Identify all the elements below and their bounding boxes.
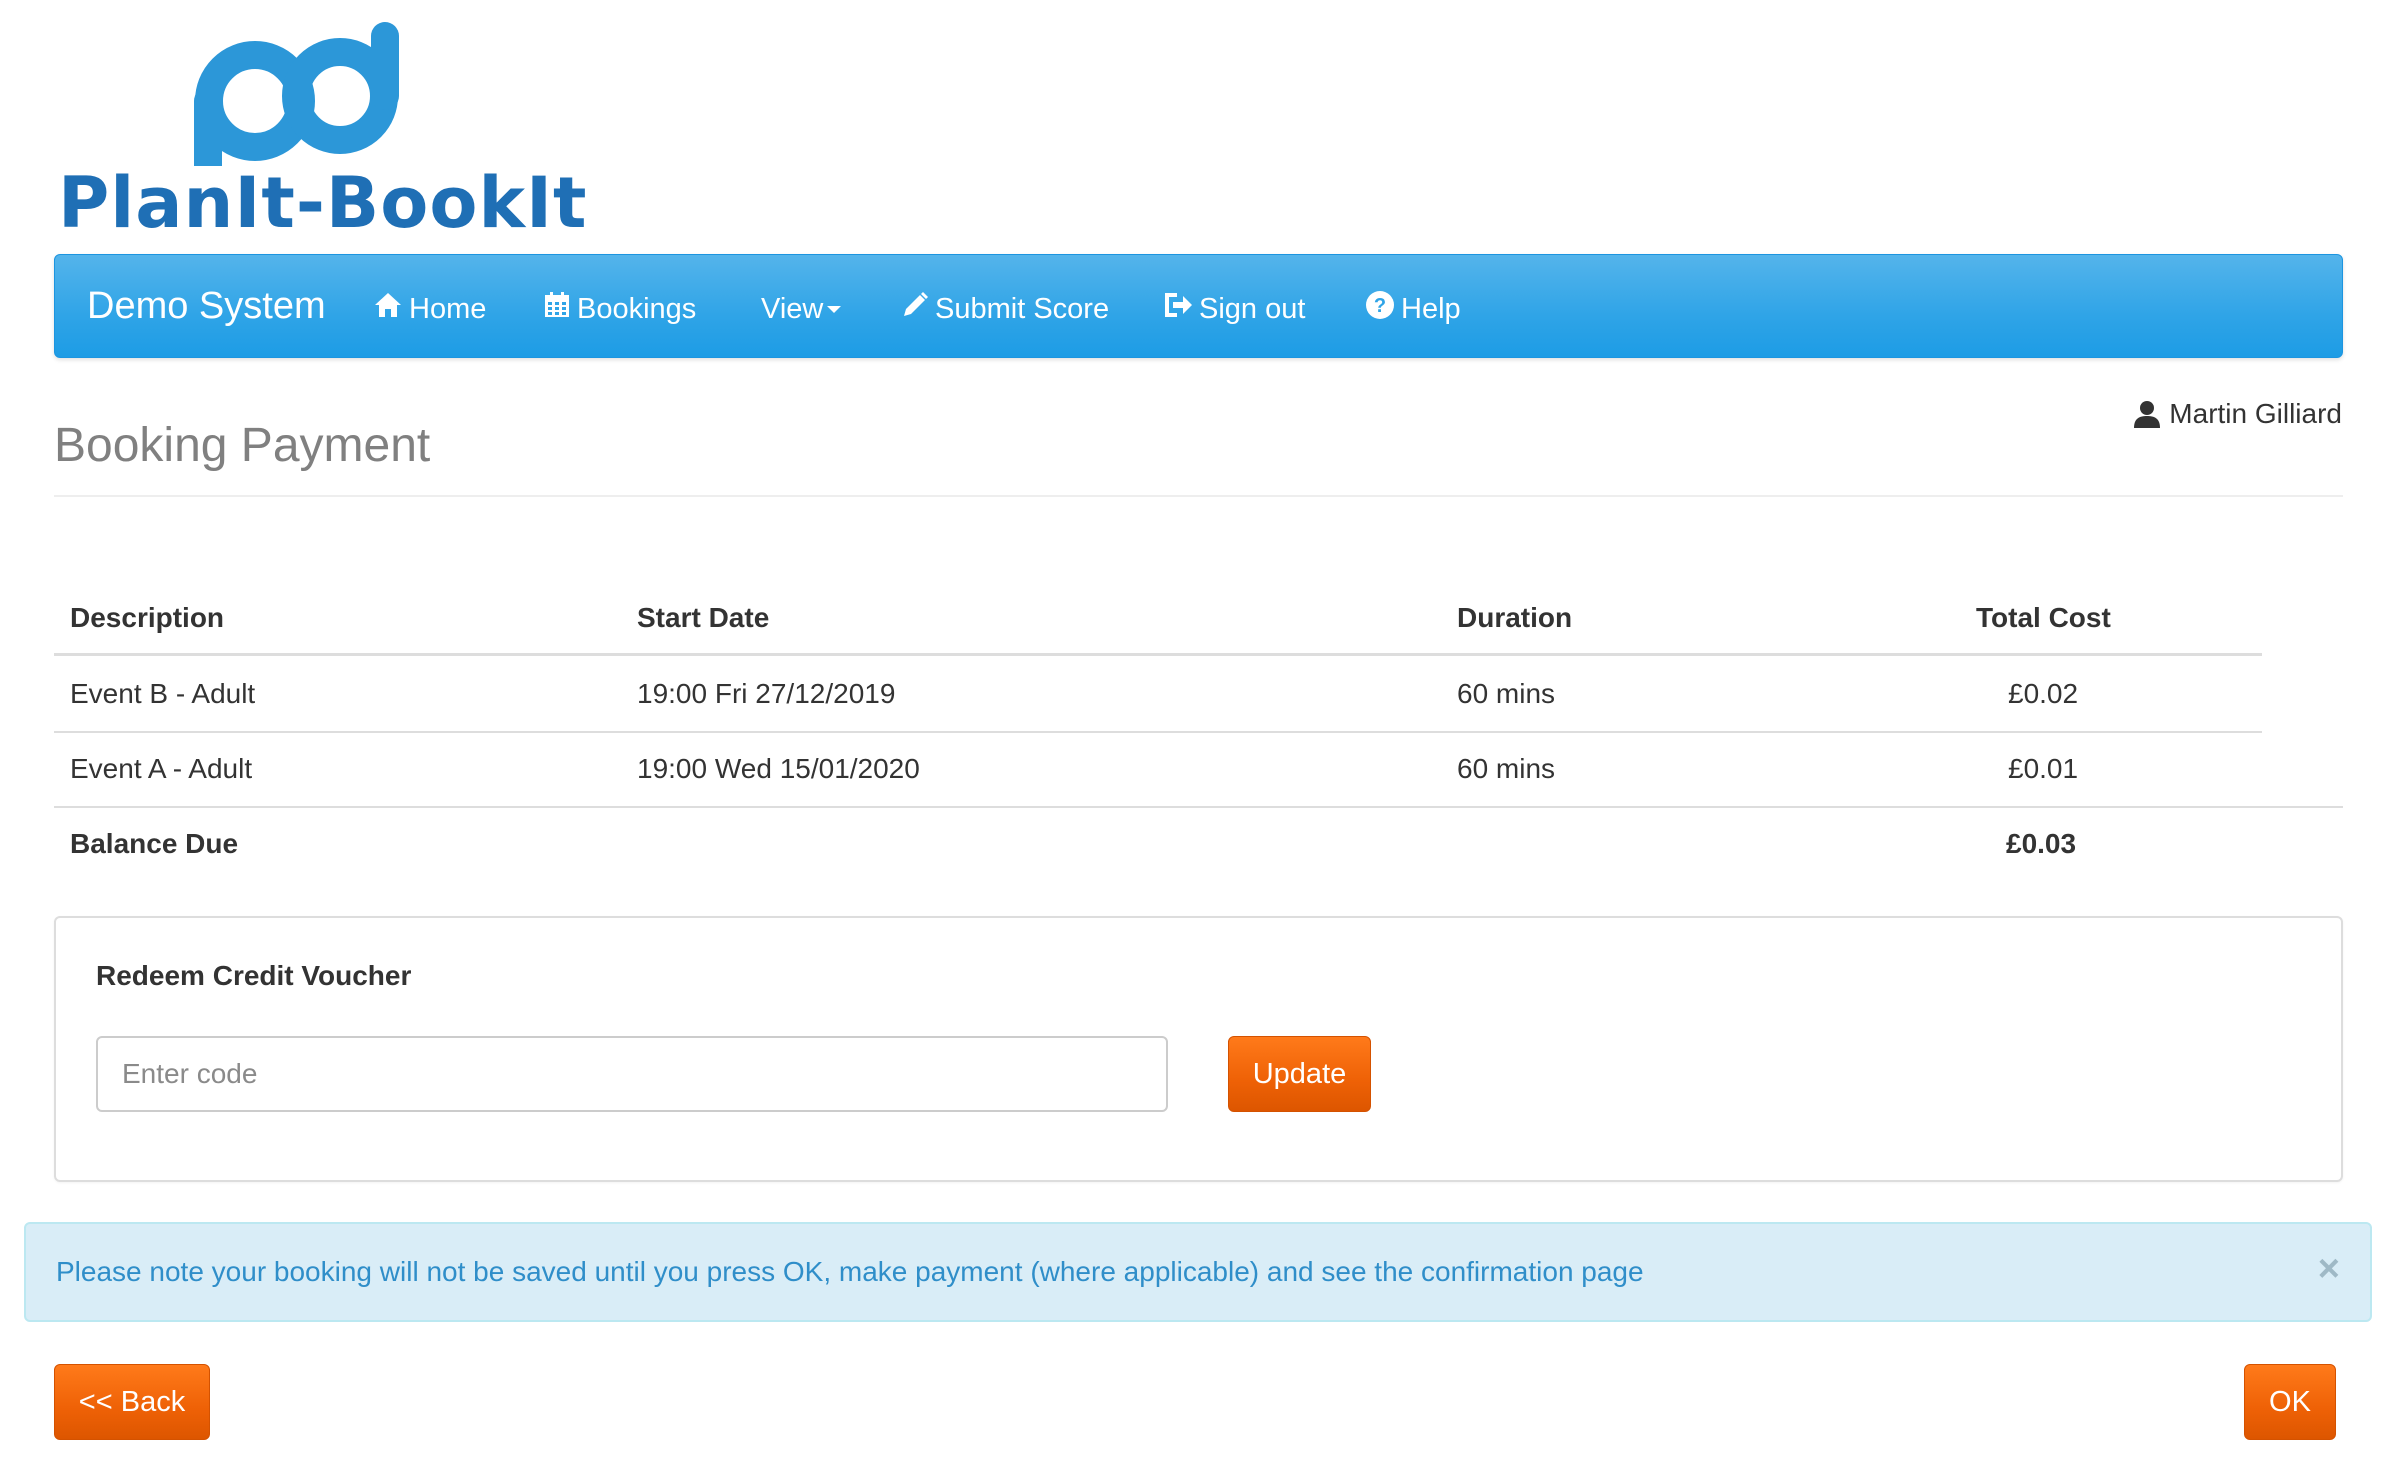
column-header-total-cost: Total Cost (1976, 601, 2111, 633)
nav-submit-score[interactable]: Submit Score (901, 289, 1109, 329)
table-row: Event B - Adult 19:00 Fri 27/12/2019 60 … (54, 656, 2343, 731)
home-icon (373, 291, 403, 327)
voucher-title: Redeem Credit Voucher (96, 960, 412, 991)
cell-total-cost: £0.02 (2008, 677, 2079, 709)
navbar: Demo System Home Bookings View Submit Sc… (54, 254, 2343, 358)
calendar-icon (543, 291, 571, 327)
help-icon: ? (1365, 290, 1395, 328)
nav-sign-out[interactable]: Sign out (1163, 289, 1305, 329)
cell-start-date: 19:00 Wed 15/01/2020 (637, 752, 920, 784)
balance-label: Balance Due (70, 827, 239, 859)
user-info[interactable]: Martin Gilliard (2133, 398, 2342, 430)
cell-description: Event A - Adult (70, 752, 253, 784)
nav-submit-score-label: Submit Score (935, 292, 1110, 325)
sign-out-icon (1163, 291, 1193, 327)
info-alert: Please note your booking will not be sav… (24, 1222, 2372, 1322)
nav-view-label: View (761, 292, 824, 325)
svg-text:?: ? (1374, 295, 1386, 317)
voucher-panel: Redeem Credit Voucher Update (54, 916, 2343, 1182)
table-row: Event A - Adult 19:00 Wed 15/01/2020 60 … (54, 731, 2343, 806)
nav-sign-out-label: Sign out (1199, 292, 1306, 325)
logo: PlanIt-BookIt (58, 16, 587, 244)
pencil-icon (901, 291, 929, 327)
user-name: Martin Gilliard (2169, 398, 2342, 429)
nav-bookings-label: Bookings (577, 292, 697, 325)
cell-description: Event B - Adult (70, 677, 256, 709)
header-divider (54, 495, 2343, 497)
table-header-row: Description Start Date Duration Total Co… (54, 580, 2343, 655)
update-button[interactable]: Update (1228, 1036, 1371, 1112)
cell-duration: 60 mins (1457, 677, 1556, 709)
column-header-start-date: Start Date (637, 601, 770, 633)
logo-text: PlanIt-BookIt (58, 162, 588, 244)
caret-down-icon (827, 305, 842, 313)
brand-link[interactable]: Demo System (87, 285, 326, 328)
balance-value: £0.03 (2006, 827, 2077, 859)
nav-view-dropdown[interactable]: View (761, 289, 842, 329)
close-icon[interactable]: × (2318, 1248, 2340, 1291)
cell-total-cost: £0.01 (2008, 752, 2079, 784)
nav-help[interactable]: ? Help (1365, 289, 1461, 329)
voucher-code-input[interactable] (96, 1036, 1168, 1112)
cell-duration: 60 mins (1457, 752, 1556, 784)
ok-button[interactable]: OK (2244, 1364, 2336, 1440)
nav-home-label: Home (409, 292, 487, 325)
column-header-description: Description (70, 601, 225, 633)
nav-home[interactable]: Home (373, 289, 486, 329)
column-header-duration: Duration (1457, 601, 1573, 633)
page: PlanIt-BookIt Demo System Home Bookings … (0, 0, 2394, 1468)
user-icon (2134, 401, 2161, 428)
nav-bookings[interactable]: Bookings (543, 289, 696, 329)
alert-message: Please note your booking will not be sav… (56, 1256, 1644, 1287)
balance-row: Balance Due £0.03 (54, 806, 2343, 881)
nav-help-label: Help (1401, 292, 1461, 325)
pb-logo-icon (194, 22, 399, 166)
back-button[interactable]: << Back (54, 1364, 210, 1440)
page-title: Booking Payment (54, 419, 431, 472)
cell-start-date: 19:00 Fri 27/12/2019 (637, 677, 896, 709)
